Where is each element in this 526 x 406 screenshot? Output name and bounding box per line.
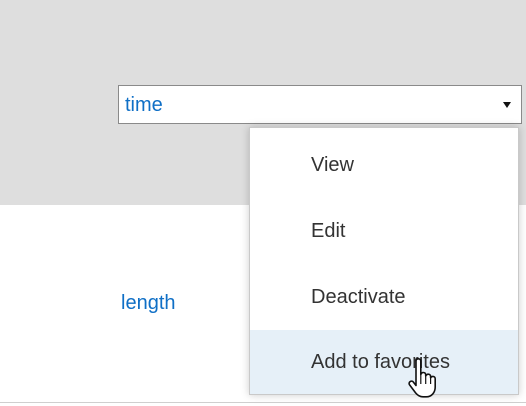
context-menu: View Edit Deactivate Add to favorites (249, 127, 519, 395)
menu-item-view[interactable]: View (250, 132, 518, 198)
chevron-down-icon[interactable] (503, 102, 511, 108)
time-dropdown[interactable]: time (118, 85, 522, 124)
dropdown-selected-value: time (125, 94, 163, 116)
hand-pointer-icon (408, 358, 436, 398)
menu-item-add-to-favorites[interactable]: Add to favorites (250, 330, 518, 394)
row-divider (0, 402, 526, 403)
length-link[interactable]: length (121, 292, 176, 314)
screen: time length View Edit Deactivate Add to … (0, 0, 526, 406)
menu-item-deactivate[interactable]: Deactivate (250, 264, 518, 330)
menu-item-edit[interactable]: Edit (250, 198, 518, 264)
